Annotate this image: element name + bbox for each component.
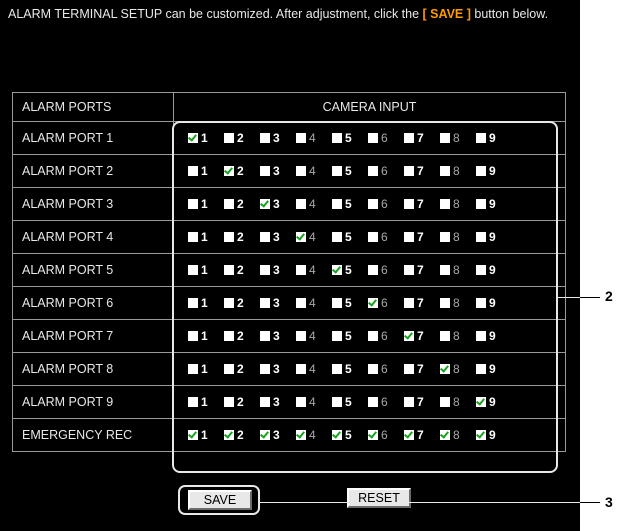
callout-2-leader bbox=[580, 297, 600, 298]
header-alarm-ports: ALARM PORTS bbox=[12, 92, 174, 122]
alarm-port-label: ALARM PORT 7 bbox=[12, 319, 174, 353]
intro-text-after: button below. bbox=[470, 7, 549, 21]
alarm-port-label: ALARM PORT 8 bbox=[12, 352, 174, 386]
alarm-port-label: ALARM PORT 2 bbox=[12, 154, 174, 188]
alarm-terminal-setup-panel: ALARM TERMINAL SETUP can be customized. … bbox=[0, 0, 580, 531]
callout-number-3: 3 bbox=[605, 494, 613, 510]
alarm-port-label: EMERGENCY REC bbox=[12, 418, 174, 452]
table-header-row: ALARM PORTS CAMERA INPUT bbox=[12, 92, 566, 122]
save-button[interactable]: SAVE bbox=[188, 490, 252, 510]
camera-input-callout-outline bbox=[172, 121, 558, 473]
intro-text: ALARM TERMINAL SETUP can be customized. … bbox=[8, 7, 568, 22]
callout-2-leader-inner bbox=[558, 297, 580, 298]
alarm-port-label: ALARM PORT 1 bbox=[12, 121, 174, 155]
alarm-port-label: ALARM PORT 6 bbox=[12, 286, 174, 320]
alarm-port-label: ALARM PORT 5 bbox=[12, 253, 174, 287]
reset-button[interactable]: RESET bbox=[347, 488, 411, 508]
alarm-port-label: ALARM PORT 4 bbox=[12, 220, 174, 254]
callout-3-leader-inner bbox=[260, 502, 580, 503]
alarm-port-label: ALARM PORT 3 bbox=[12, 187, 174, 221]
header-camera-input: CAMERA INPUT bbox=[173, 92, 566, 122]
callout-3-leader bbox=[580, 502, 600, 503]
callout-number-2: 2 bbox=[605, 288, 613, 304]
intro-save-highlight: [ SAVE ] bbox=[422, 7, 471, 21]
alarm-port-label: ALARM PORT 9 bbox=[12, 385, 174, 419]
intro-text-before: ALARM TERMINAL SETUP can be customized. … bbox=[8, 7, 423, 21]
